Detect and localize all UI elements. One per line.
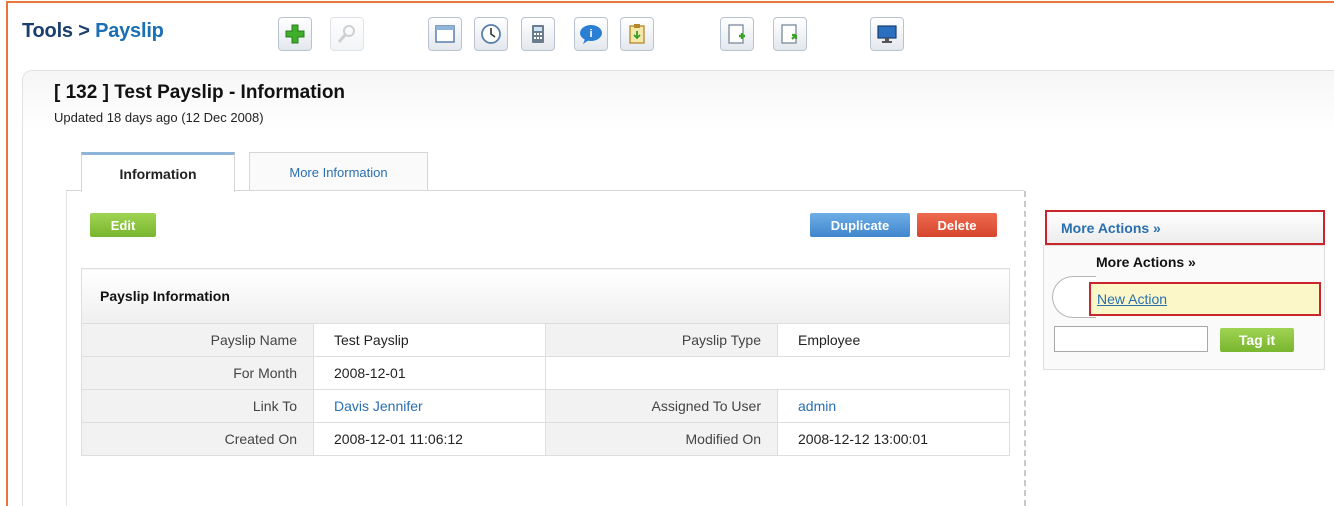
table-row: Created On 2008-12-01 11:06:12 Modified … xyxy=(81,422,1010,456)
search-icon xyxy=(337,25,355,43)
svg-text:i: i xyxy=(589,28,592,40)
page-title: [ 132 ] Test Payslip - Information xyxy=(54,82,346,103)
table-row: For Month 2008-12-01 xyxy=(81,356,1010,390)
field-label: For Month xyxy=(81,356,314,390)
empty-cell xyxy=(545,356,1010,390)
add-icon xyxy=(285,24,305,44)
breadcrumb-parent[interactable]: Tools xyxy=(22,20,73,42)
calculator-icon xyxy=(532,25,544,43)
field-label: Created On xyxy=(81,422,314,456)
chat-bubble-icon: i xyxy=(580,25,602,44)
import-icon xyxy=(728,24,745,44)
payslip-info-table: Payslip Information Payslip Name Test Pa… xyxy=(81,268,1010,456)
clock-icon xyxy=(481,24,501,44)
chat-button[interactable]: i xyxy=(574,17,608,51)
field-label: Link To xyxy=(81,389,314,423)
assigned-user-value[interactable]: admin xyxy=(777,389,1010,423)
table-row: Payslip Name Test Payslip Payslip Type E… xyxy=(81,323,1010,357)
export-button[interactable] xyxy=(773,17,807,51)
monitor-icon xyxy=(877,25,897,43)
monitor-button[interactable] xyxy=(870,17,904,51)
sidebar-divider xyxy=(1024,191,1026,506)
edit-button[interactable]: Edit xyxy=(90,213,156,237)
more-actions-toggle[interactable]: More Actions » xyxy=(1045,210,1325,245)
duplicate-button[interactable]: Duplicate xyxy=(810,213,910,237)
field-value: 2008-12-01 11:06:12 xyxy=(313,422,546,456)
clipboard-icon xyxy=(629,24,645,44)
field-value: Test Payslip xyxy=(313,323,546,357)
search-button[interactable] xyxy=(330,17,364,51)
link-to-value[interactable]: Davis Jennifer xyxy=(313,389,546,423)
window-icon xyxy=(435,25,455,43)
delete-button[interactable]: Delete xyxy=(917,213,997,237)
field-label: Assigned To User xyxy=(545,389,778,423)
field-value: 2008-12-12 13:00:01 xyxy=(777,422,1010,456)
tag-it-button[interactable]: Tag it xyxy=(1220,328,1294,352)
section-title: Payslip Information xyxy=(81,268,1010,324)
field-label: Payslip Type xyxy=(545,323,778,357)
clipboard-button[interactable] xyxy=(620,17,654,51)
import-button[interactable] xyxy=(720,17,754,51)
calculator-button[interactable] xyxy=(521,17,555,51)
field-value: Employee xyxy=(777,323,1010,357)
tab-information[interactable]: Information xyxy=(81,152,235,192)
breadcrumb-current: Payslip xyxy=(95,20,164,42)
add-button[interactable] xyxy=(278,17,312,51)
field-label: Modified On xyxy=(545,422,778,456)
window-button[interactable] xyxy=(428,17,462,51)
export-icon xyxy=(781,24,798,44)
more-actions-heading: More Actions » xyxy=(1096,254,1196,270)
breadcrumb: Tools > Payslip xyxy=(22,20,164,43)
breadcrumb-separator: > xyxy=(78,20,90,42)
table-row: Link To Davis Jennifer Assigned To User … xyxy=(81,389,1010,423)
tab-more-information[interactable]: More Information xyxy=(249,152,428,191)
new-action-link[interactable]: New Action xyxy=(1089,282,1321,316)
field-value: 2008-12-01 xyxy=(313,356,546,390)
clock-button[interactable] xyxy=(474,17,508,51)
last-updated-text: Updated 18 days ago (12 Dec 2008) xyxy=(54,110,264,125)
tag-input[interactable] xyxy=(1054,326,1208,352)
field-label: Payslip Name xyxy=(81,323,314,357)
